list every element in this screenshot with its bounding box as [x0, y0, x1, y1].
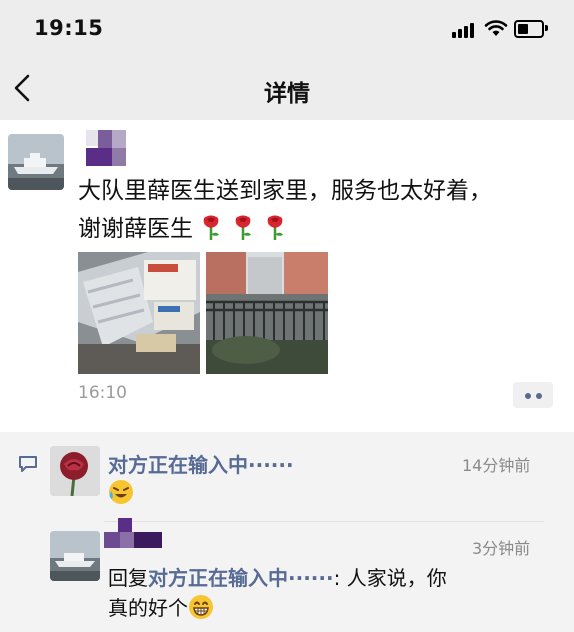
balcony-railing-photo	[206, 252, 328, 374]
ship-image	[50, 531, 100, 581]
more-button[interactable]	[513, 382, 553, 408]
post-time: 16:10	[78, 383, 127, 403]
reply-target-name[interactable]: 对方正在输入中······	[148, 566, 334, 590]
reply-prefix: 回复	[108, 566, 148, 590]
signal-icon	[452, 22, 478, 38]
rose-icon	[235, 215, 251, 240]
post-text: 大队里薛医生送到家里，服务也太好着， 谢谢薛医生	[78, 172, 558, 248]
rose-photo	[50, 446, 100, 496]
comment-time: 14分钟前	[462, 456, 531, 475]
reply-body-line1: 人家说，你	[346, 566, 447, 590]
status-time: 19:15	[34, 16, 104, 40]
battery-icon	[514, 20, 548, 38]
reply-author-name-blurred[interactable]	[104, 518, 164, 550]
nav-bar: 详情	[0, 58, 574, 120]
page-title: 详情	[264, 81, 310, 107]
comment-icon	[19, 456, 37, 472]
rose-icon	[267, 215, 283, 240]
commenter-name[interactable]: 对方正在输入中······	[108, 449, 294, 478]
status-bar: 19:15	[0, 0, 574, 58]
post-text-line1: 大队里薛医生送到家里，服务也太好着，	[78, 178, 492, 204]
author-avatar[interactable]	[8, 134, 64, 190]
post-photo-2[interactable]	[206, 252, 328, 374]
reply-text: 回复对方正在输入中······: 人家说，你 真的好个	[108, 563, 548, 623]
ship-image	[8, 134, 64, 190]
wifi-icon	[484, 20, 508, 36]
reply-body-line2: 真的好个	[108, 596, 188, 620]
post-text-line2: 谢谢薛医生	[78, 216, 193, 242]
post-photo-1[interactable]	[78, 252, 200, 374]
reply-colon: :	[333, 566, 347, 590]
grinning-emoji	[189, 595, 213, 619]
comment-text	[108, 478, 134, 508]
laughing-crying-emoji	[109, 480, 133, 504]
comment-divider	[104, 521, 544, 522]
commenter-avatar[interactable]	[50, 446, 100, 496]
medicine-boxes-photo	[78, 252, 200, 374]
reply-time: 3分钟前	[472, 539, 531, 558]
rose-icon	[203, 215, 219, 240]
reply-author-avatar[interactable]	[50, 531, 100, 581]
author-name-blurred[interactable]	[78, 130, 178, 168]
